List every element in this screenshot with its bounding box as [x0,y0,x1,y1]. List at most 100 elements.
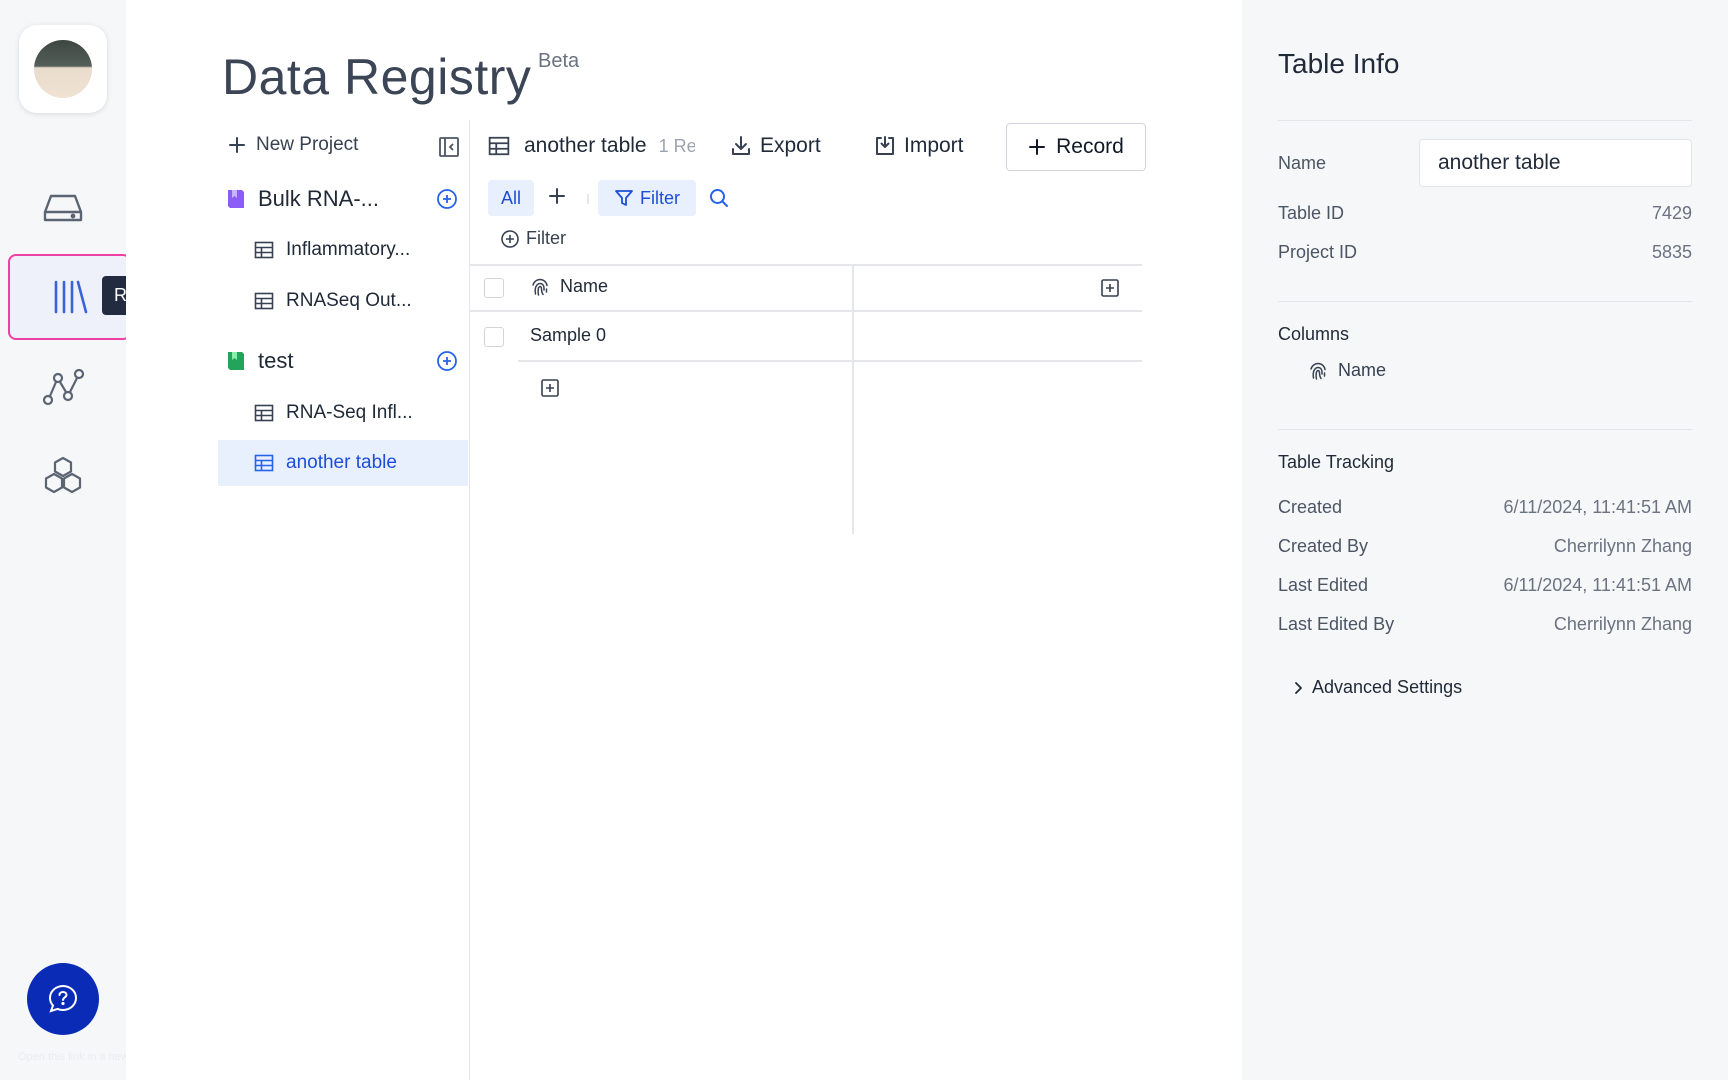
plus-icon [1029,139,1046,155]
chevron-right-icon [1295,681,1302,694]
divider [1278,120,1692,121]
select-all-checkbox[interactable] [484,278,504,298]
page-title: Data Registry [222,49,532,105]
created-by-value: Cherrilynn Zhang [1553,536,1692,556]
columns-heading: Columns [1278,324,1350,344]
beta-badge: Beta [538,50,580,72]
plus-icon [549,188,565,204]
record-count: 1 Records [658,135,695,156]
new-project-label: New Project [256,134,359,155]
project-id-label: Project ID [1278,242,1358,262]
filter-label: Filter [640,187,680,208]
project-bulk-rna[interactable]: Bulk RNA-... [226,179,466,219]
divider [1278,429,1692,430]
add-column-icon[interactable] [1100,278,1120,298]
table-item-another-table[interactable]: another table [218,440,468,486]
created-label: Created [1278,497,1343,517]
project-id-value: 5835 [1651,242,1692,262]
column-header-name[interactable]: Name [530,276,608,297]
table-grid-icon [488,136,510,156]
view-tab-all[interactable]: All [488,180,534,216]
import-tray-icon [876,136,894,155]
left-rail: Open this link in a new tab and focus it [0,0,206,1080]
table-info-panel: Table Info Name Table ID 7429 Project ID… [1242,0,1728,1080]
graph-nodes-icon[interactable] [20,352,106,422]
add-view-button[interactable] [548,184,566,212]
table-item-rna-seq-infl[interactable]: RNA-Seq Infl... [218,390,468,436]
chat-help-button[interactable] [27,963,99,1035]
import-button[interactable]: Import [874,134,964,158]
app-logo[interactable] [19,25,107,113]
divider [1278,301,1692,302]
column-divider [852,264,854,534]
project-book-icon [228,352,244,370]
table-header: another table 1 Records [488,134,695,158]
table-grid-icon [254,454,274,472]
logo-orb-icon [34,40,92,98]
main-area: Data Registry Beta New Project Bulk RNA-… [126,0,1242,1080]
filter-toggle-button[interactable]: Filter [598,180,696,216]
table-id-value: 7429 [1651,203,1692,223]
project-tree: New Project Bulk RNA-... Inflammatory...… [218,120,468,1080]
export-label: Export [760,134,821,157]
add-filter-label: Filter [526,228,566,248]
chat-help-icon [48,984,78,1013]
record-label: Record [1056,135,1124,158]
last-edited-label: Last Edited [1278,575,1369,595]
import-label: Import [904,134,964,157]
project-name: Bulk RNA-... [258,186,380,211]
table-panel: another table 1 Records Export Import Re… [470,120,1242,1080]
advanced-settings-toggle[interactable]: Advanced Settings [1292,677,1462,698]
grid-row-border [518,360,1142,362]
toolbar-separator [587,194,589,204]
table-item-rnaseq-out[interactable]: RNASeq Out... [218,278,468,324]
table-name-input[interactable] [1419,139,1692,187]
last-edited-by-label: Last Edited By [1278,614,1395,634]
table-label: RNASeq Out... [286,290,412,311]
hexagon-cluster-icon[interactable] [20,442,106,512]
column-name-label: Name [560,276,609,296]
created-value: 6/11/2024, 11:41:51 AM [1503,497,1692,517]
table-grid-icon [254,292,274,310]
project-name: test [258,348,294,373]
plus-icon [229,137,245,153]
plus-circle-icon [501,229,519,248]
column-list-item: Name [1308,360,1386,381]
table-grid-icon [254,404,274,422]
export-button[interactable]: Export [730,134,821,158]
name-label: Name [1278,153,1327,173]
last-edited-by-value: Cherrilynn Zhang [1553,614,1692,634]
project-test[interactable]: test [226,341,466,381]
created-by-label: Created By [1278,536,1369,556]
table-label: RNA-Seq Infl... [286,402,413,423]
fingerprint-icon [532,278,548,296]
search-icon[interactable] [708,187,730,209]
project-book-icon [228,190,244,208]
table-cell-name[interactable]: Sample 0 [530,325,606,346]
storage-drive-icon[interactable] [20,172,106,242]
table-label: Inflammatory... [286,239,411,260]
download-icon [732,136,750,155]
table-label: another table [286,452,397,473]
row-checkbox[interactable] [484,327,504,347]
funnel-icon [615,190,633,206]
table-grid-icon [254,241,274,259]
collapse-sidebar-icon[interactable] [438,136,460,158]
add-filter-button[interactable]: Filter [500,228,566,249]
grid-top-border [470,264,1142,266]
add-table-icon[interactable] [436,188,458,210]
table-item-inflammatory[interactable]: Inflammatory... [218,227,468,273]
last-edited-value: 6/11/2024, 11:41:51 AM [1503,575,1692,595]
tracking-heading: Table Tracking [1278,452,1395,472]
info-title: Table Info [1278,48,1400,79]
add-record-button[interactable]: Record [1006,123,1146,171]
table-id-label: Table ID [1278,203,1345,223]
add-table-icon[interactable] [436,350,458,372]
grid-header-border [470,310,1142,312]
add-row-icon[interactable] [540,378,560,398]
new-project-button[interactable]: New Project [228,134,358,156]
advanced-settings-label: Advanced Settings [1312,677,1463,697]
current-table-name: another table [524,134,647,157]
fingerprint-icon [1310,362,1326,380]
column-item-label: Name [1338,360,1387,380]
